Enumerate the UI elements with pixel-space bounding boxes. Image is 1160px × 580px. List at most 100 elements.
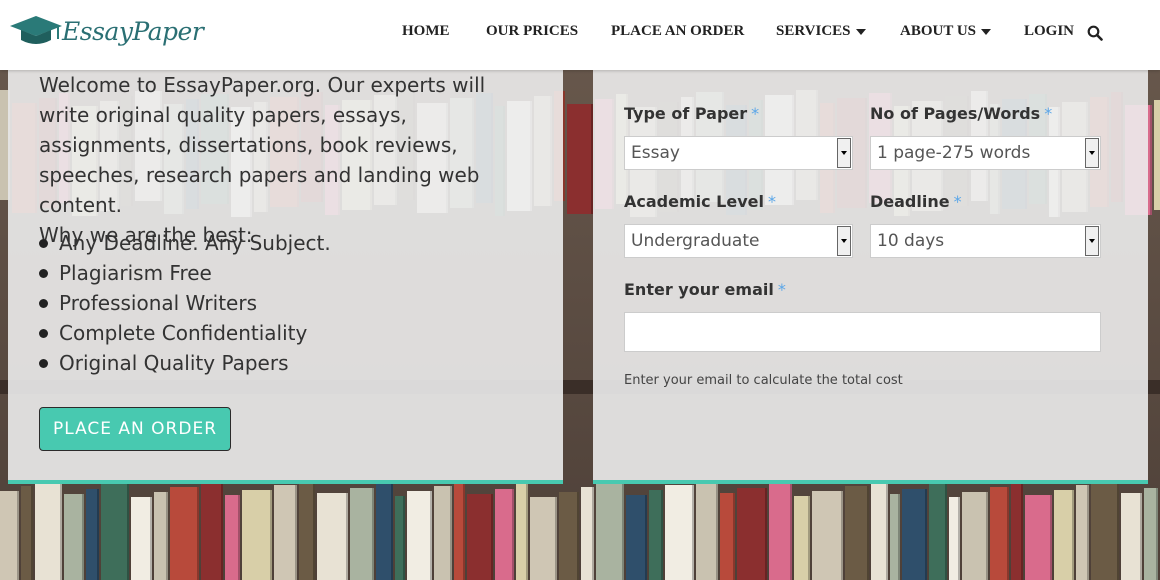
- book-spine: [902, 489, 927, 580]
- book-spine: [1054, 490, 1074, 580]
- book-spine: [225, 495, 240, 580]
- email-note: Enter your email to calculate the total …: [624, 373, 903, 388]
- nav-place-an-order-label: PLACE AN ORDER: [611, 23, 745, 39]
- book-spine: [871, 481, 888, 580]
- type-of-paper-select[interactable]: Essay: [624, 136, 853, 170]
- book-spine: [962, 492, 988, 580]
- dropdown-arrow-icon[interactable]: [1085, 138, 1099, 168]
- book-spine: [299, 480, 315, 580]
- intro-panel: Welcome to EssayPaper.org. Our experts w…: [8, 70, 563, 484]
- book-spine: [131, 497, 152, 580]
- book-spine: [170, 487, 199, 580]
- dropdown-arrow-icon[interactable]: [837, 226, 851, 256]
- type-of-paper-label-text: Type of Paper: [624, 104, 748, 123]
- nav-about-us[interactable]: ABOUT US: [900, 23, 991, 40]
- book-spine: [64, 494, 84, 580]
- book-spine: [21, 486, 33, 580]
- book-spine: [86, 489, 99, 580]
- book-spine: [376, 483, 393, 580]
- book-spine: [567, 104, 593, 214]
- book-spine: [434, 486, 452, 580]
- benefits-list: Any Deadline. Any Subject. Plagiarism Fr…: [39, 228, 331, 378]
- book-spine: [794, 496, 810, 580]
- list-item: Complete Confidentiality: [39, 318, 331, 348]
- book-spine: [1121, 493, 1142, 580]
- list-item-label: Any Deadline. Any Subject.: [59, 231, 331, 255]
- email-input[interactable]: [624, 312, 1101, 352]
- book-spine: [0, 491, 19, 580]
- book-spine: [929, 484, 947, 580]
- nav-services-label: SERVICES: [776, 23, 851, 39]
- book-spine: [467, 494, 493, 580]
- pages-label: No of Pages/Words *: [870, 104, 1052, 123]
- nav-services[interactable]: SERVICES: [776, 23, 866, 40]
- required-mark: *: [751, 104, 760, 123]
- book-spine: [317, 493, 348, 580]
- book-spine: [649, 490, 663, 580]
- pages-label-text: No of Pages/Words: [870, 104, 1041, 123]
- logo-text: EssayPaper: [62, 16, 204, 46]
- deadline-select[interactable]: 10 days: [870, 224, 1101, 258]
- book-spine: [516, 484, 528, 580]
- dropdown-arrow-icon[interactable]: [1085, 226, 1099, 256]
- nav-place-an-order[interactable]: PLACE AN ORDER: [611, 23, 744, 40]
- nav-login-label: LOGIN: [1024, 23, 1075, 39]
- pages-select[interactable]: 1 page-275 words: [870, 136, 1101, 170]
- logo[interactable]: EssayPaper: [8, 14, 204, 48]
- intro-text: Welcome to EssayPaper.org. Our experts w…: [39, 70, 519, 250]
- book-spine: [350, 488, 374, 580]
- email-label: Enter your email *: [624, 280, 786, 299]
- book-spine: [737, 488, 767, 580]
- nav-our-prices[interactable]: OUR PRICES: [486, 23, 578, 40]
- required-mark: *: [777, 280, 786, 299]
- pages-value: 1 page-275 words: [877, 143, 1031, 163]
- book-spine: [1154, 100, 1160, 210]
- deadline-label-text: Deadline: [870, 192, 950, 211]
- search-icon[interactable]: [1087, 25, 1103, 41]
- graduation-cap-icon: [10, 16, 62, 44]
- book-spine: [1011, 482, 1023, 580]
- nav-home[interactable]: HOME: [402, 23, 450, 40]
- caret-down-icon: [981, 28, 991, 35]
- book-spine: [626, 495, 647, 580]
- book-spine: [395, 496, 405, 580]
- required-mark: *: [953, 192, 962, 211]
- list-item: Professional Writers: [39, 288, 331, 318]
- intro-paragraph: Welcome to EssayPaper.org. Our experts w…: [39, 73, 486, 217]
- deadline-label: Deadline *: [870, 192, 962, 211]
- dropdown-arrow-icon[interactable]: [837, 138, 851, 168]
- order-form-panel: Type of Paper * Essay No of Pages/Words * …: [593, 70, 1148, 484]
- academic-level-label-text: Academic Level: [624, 192, 764, 211]
- academic-level-select[interactable]: Undergraduate: [624, 224, 853, 258]
- bullet-icon: [39, 298, 48, 308]
- book-spine: [949, 497, 960, 580]
- deadline-value: 10 days: [877, 231, 945, 251]
- book-spine: [35, 481, 62, 580]
- book-spine: [720, 493, 735, 580]
- book-spine: [1144, 488, 1158, 580]
- required-mark: *: [1044, 104, 1053, 123]
- list-item: Plagiarism Free: [39, 258, 331, 288]
- academic-level-value: Undergraduate: [631, 231, 760, 251]
- list-item-label: Original Quality Papers: [59, 351, 289, 375]
- book-spine: [581, 487, 594, 580]
- book-spine: [596, 482, 624, 580]
- book-spine: [845, 486, 869, 580]
- nav-our-prices-label: OUR PRICES: [486, 23, 579, 39]
- list-item-label: Professional Writers: [59, 291, 257, 315]
- list-item-label: Plagiarism Free: [59, 261, 212, 285]
- book-spine: [101, 484, 129, 580]
- email-label-text: Enter your email: [624, 280, 774, 299]
- nav-about-us-label: ABOUT US: [900, 23, 976, 39]
- list-item-label: Complete Confidentiality: [59, 321, 308, 345]
- site-header: EssayPaper HOME OUR PRICES PLACE AN ORDE…: [0, 0, 1160, 70]
- place-order-button[interactable]: PLACE AN ORDER: [39, 407, 231, 451]
- bullet-icon: [39, 238, 48, 248]
- book-spine: [1091, 480, 1119, 580]
- required-mark: *: [768, 192, 776, 211]
- nav-home-label: HOME: [402, 23, 450, 39]
- nav-login[interactable]: LOGIN: [1024, 23, 1074, 40]
- book-spine: [559, 492, 579, 580]
- book-spine: [530, 497, 557, 580]
- list-item: Original Quality Papers: [39, 348, 331, 378]
